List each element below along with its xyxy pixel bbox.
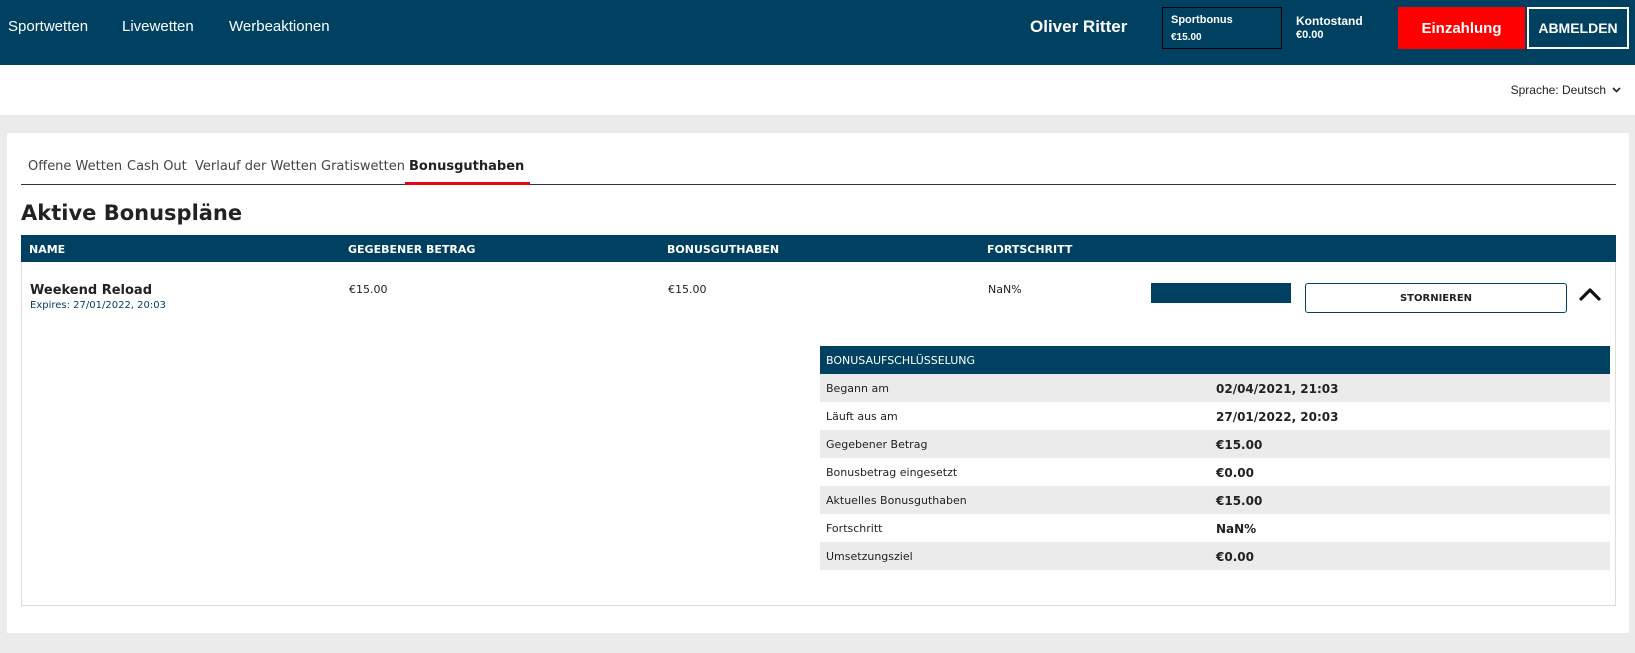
language-selector[interactable]: Sprache: Deutsch	[1511, 83, 1621, 97]
column-header-progress: FORTSCHRITT	[987, 243, 1073, 256]
breakdown-row: Umsetzungsziel €0.00	[820, 542, 1610, 570]
section-title: Aktive Bonuspläne	[21, 201, 243, 225]
chevron-down-icon	[1612, 87, 1621, 93]
sportbonus-box: Sportbonus €15.00	[1162, 7, 1282, 49]
breakdown-row: Läuft aus am 27/01/2022, 20:03	[820, 402, 1610, 430]
column-header-given-amount: GEGEBENER BETRAG	[348, 243, 476, 256]
progress-value: NaN%	[988, 283, 1022, 296]
breakdown-row: Gegebener Betrag €15.00	[820, 430, 1610, 458]
tab-bar: Offene Wetten Cash Out Verlauf der Wette…	[21, 153, 1616, 185]
progress-bar-fill	[1151, 283, 1291, 303]
breakdown-title: BONUSAUFSCHLÜSSELUNG	[820, 346, 1610, 374]
breakdown-label: Fortschritt	[826, 522, 883, 535]
breakdown-value: 27/01/2022, 20:03	[1216, 410, 1339, 424]
language-label: Sprache: Deutsch	[1510, 83, 1606, 97]
bonus-balance-value: €15.00	[668, 283, 707, 296]
nav-sportwetten[interactable]: Sportwetten	[8, 18, 88, 35]
nav-werbeaktionen[interactable]: Werbeaktionen	[229, 18, 330, 35]
progress-bar	[1151, 283, 1291, 303]
breakdown-label: Umsetzungsziel	[826, 550, 913, 563]
breakdown-label: Begann am	[826, 382, 889, 395]
tab-offene-wetten[interactable]: Offene Wetten	[21, 159, 129, 174]
tab-gratiswetten[interactable]: Gratiswetten	[314, 159, 412, 174]
breakdown-row: Aktuelles Bonusguthaben €15.00	[820, 486, 1610, 514]
deposit-button[interactable]: Einzahlung	[1398, 7, 1525, 49]
breakdown-row: Begann am 02/04/2021, 21:03	[820, 374, 1610, 402]
account-balance: Kontostand €0.00	[1296, 14, 1363, 41]
breakdown-row: Bonusbetrag eingesetzt €0.00	[820, 458, 1610, 486]
breakdown-label: Läuft aus am	[826, 410, 898, 423]
column-header-bonus-balance: BONUSGUTHABEN	[667, 243, 780, 256]
nav-livewetten[interactable]: Livewetten	[122, 18, 194, 35]
tab-bonusguthaben[interactable]: Bonusguthaben	[402, 159, 531, 174]
username: Oliver Ritter	[1030, 17, 1128, 36]
cancel-bonus-button[interactable]: STORNIEREN	[1305, 283, 1567, 313]
breakdown-value: €0.00	[1216, 550, 1254, 564]
column-header-name: NAME	[29, 243, 66, 256]
breakdown-value: 02/04/2021, 21:03	[1216, 382, 1339, 396]
breakdown-value: NaN%	[1216, 522, 1257, 536]
bonus-expiry: Expires: 27/01/2022, 20:03	[30, 300, 166, 311]
breakdown-value: €0.00	[1216, 466, 1254, 480]
breakdown-label: Gegebener Betrag	[826, 438, 928, 451]
kontostand-label: Kontostand	[1296, 14, 1363, 28]
tab-verlauf-der-wetten[interactable]: Verlauf der Wetten	[188, 159, 324, 174]
bonus-name: Weekend Reload	[30, 283, 153, 298]
logout-button[interactable]: ABMELDEN	[1527, 7, 1629, 49]
bonus-table-header: NAME GEGEBENER BETRAG BONUSGUTHABEN FORT…	[21, 235, 1616, 262]
breakdown-value: €15.00	[1216, 438, 1263, 452]
language-bar: Sprache: Deutsch	[0, 65, 1635, 115]
sportbonus-label: Sportbonus	[1171, 14, 1233, 26]
breakdown-value: €15.00	[1216, 494, 1263, 508]
sportbonus-value: €15.00	[1171, 32, 1202, 43]
chevron-up-icon[interactable]	[1578, 283, 1602, 307]
active-tab-indicator	[405, 182, 530, 185]
tab-cash-out[interactable]: Cash Out	[120, 159, 194, 174]
bets-panel: Offene Wetten Cash Out Verlauf der Wette…	[7, 133, 1629, 633]
kontostand-value: €0.00	[1296, 29, 1324, 41]
given-amount-value: €15.00	[349, 283, 388, 296]
breakdown-label: Aktuelles Bonusguthaben	[826, 494, 967, 507]
breakdown-row: Fortschritt NaN%	[820, 514, 1610, 542]
breakdown-label: Bonusbetrag eingesetzt	[826, 466, 958, 479]
bonus-breakdown: BONUSAUFSCHLÜSSELUNG Begann am 02/04/202…	[820, 346, 1610, 570]
top-navigation-bar: Sportwetten Livewetten Werbeaktionen Oli…	[0, 0, 1635, 65]
